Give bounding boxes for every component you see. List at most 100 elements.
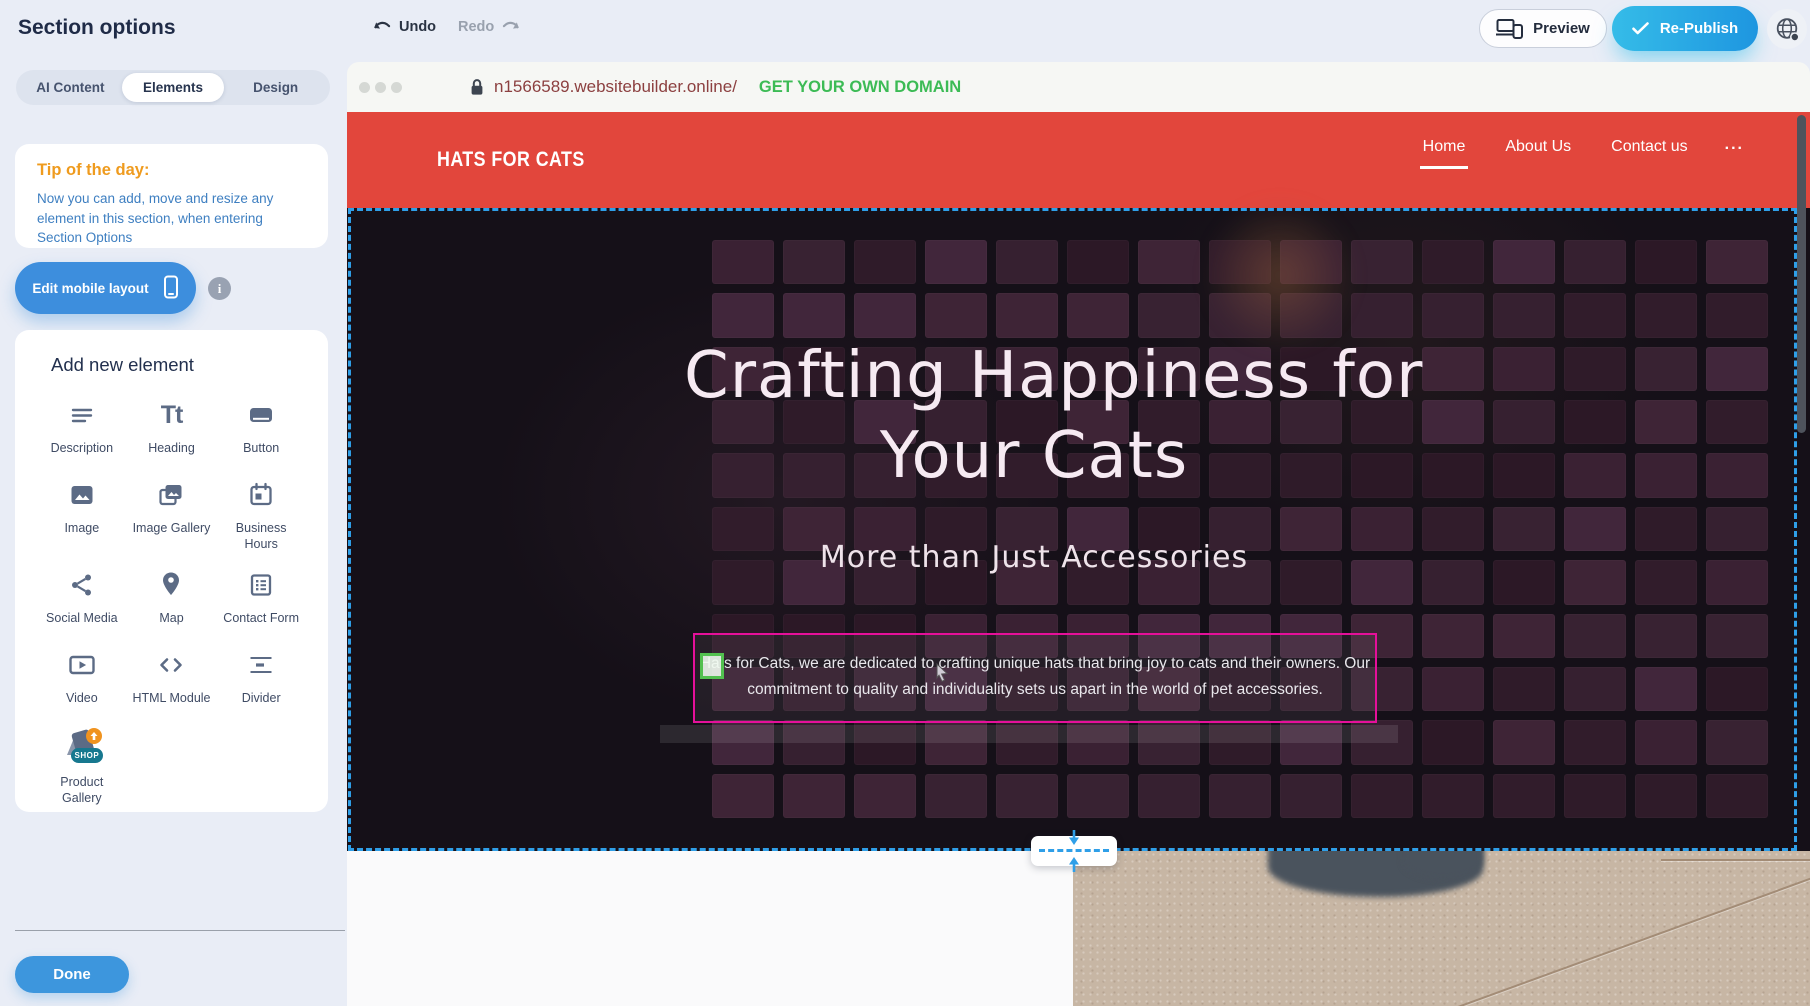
tab-ai-content[interactable]: AI Content bbox=[19, 73, 122, 102]
redo-button[interactable]: Redo bbox=[458, 18, 521, 35]
nav-about-us[interactable]: About Us bbox=[1502, 136, 1574, 166]
hero-heading[interactable]: Crafting Happiness for Your Cats bbox=[684, 336, 1384, 496]
hero-tile bbox=[1422, 720, 1484, 764]
contact-form-icon bbox=[248, 566, 274, 604]
social-media-icon bbox=[69, 566, 95, 604]
hero-tile bbox=[1209, 774, 1271, 818]
preview-button[interactable]: Preview bbox=[1479, 9, 1607, 48]
hero-tile bbox=[712, 293, 774, 337]
element-contact-form[interactable]: Contact Form bbox=[218, 566, 304, 633]
resize-dash-line bbox=[1039, 849, 1109, 852]
hero-subheading[interactable]: More than Just Accessories bbox=[684, 540, 1384, 575]
republish-button[interactable]: Re-Publish bbox=[1612, 6, 1758, 51]
hero-tile bbox=[1067, 293, 1129, 337]
edit-mobile-layout-label: Edit mobile layout bbox=[32, 281, 148, 296]
globe-language-button[interactable] bbox=[1767, 9, 1807, 49]
site-logo[interactable]: HATS FOR CATS bbox=[437, 148, 585, 172]
hero-tile bbox=[1422, 453, 1484, 497]
hero-tile bbox=[1635, 720, 1697, 764]
element-description[interactable]: Description bbox=[39, 396, 125, 463]
browser-address-bar: n1566589.websitebuilder.online/ GET YOUR… bbox=[347, 62, 1810, 112]
hero-tile bbox=[1067, 774, 1129, 818]
arrow-up-icon bbox=[1067, 856, 1081, 872]
hero-tile bbox=[1422, 240, 1484, 284]
floor-seam bbox=[1661, 859, 1810, 861]
hero-tile bbox=[1706, 774, 1768, 818]
hero-tile bbox=[1493, 560, 1555, 604]
hero-tile bbox=[1422, 614, 1484, 658]
hero-tile bbox=[1493, 400, 1555, 444]
tip-body: Now you can add, move and resize any ele… bbox=[37, 189, 306, 248]
hero-section-selected[interactable]: Crafting Happiness for Your Cats More th… bbox=[347, 208, 1810, 851]
tab-design[interactable]: Design bbox=[224, 73, 327, 102]
window-dots bbox=[359, 82, 407, 93]
element-product-gallery[interactable]: SHOP Product Gallery bbox=[39, 726, 125, 807]
hero-tile bbox=[1138, 240, 1200, 284]
hero-tile bbox=[1138, 293, 1200, 337]
add-element-title: Add new element bbox=[51, 354, 194, 376]
hero-tile bbox=[1635, 453, 1697, 497]
selected-text-element[interactable]: Hats for Cats, we are dedicated to craft… bbox=[693, 633, 1377, 723]
element-image[interactable]: Image bbox=[39, 476, 125, 553]
arrow-down-icon bbox=[1067, 830, 1081, 846]
hero-tile bbox=[1635, 240, 1697, 284]
product-gallery-icon: SHOP bbox=[59, 726, 105, 768]
hero-tile bbox=[1422, 667, 1484, 711]
scrollbar-thumb[interactable] bbox=[1797, 115, 1806, 433]
element-drag-handle[interactable] bbox=[700, 653, 724, 679]
hero-tile bbox=[1635, 400, 1697, 444]
hero-tile bbox=[1351, 293, 1413, 337]
hero-tile bbox=[1422, 400, 1484, 444]
phone-icon bbox=[161, 275, 179, 301]
hero-tile bbox=[1564, 667, 1626, 711]
tab-elements[interactable]: Elements bbox=[122, 73, 225, 102]
element-social-media[interactable]: Social Media bbox=[39, 566, 125, 633]
nav-home[interactable]: Home bbox=[1420, 136, 1469, 169]
element-html-module[interactable]: HTML Module bbox=[129, 646, 215, 713]
section-resize-handle[interactable] bbox=[1031, 836, 1117, 866]
element-divider[interactable]: Divider bbox=[218, 646, 304, 713]
hero-tile bbox=[1564, 400, 1626, 444]
element-heading[interactable]: Tt Heading bbox=[129, 396, 215, 463]
globe-icon bbox=[1774, 16, 1801, 43]
nav-more-ellipsis[interactable]: ... bbox=[1725, 136, 1744, 154]
done-button[interactable]: Done bbox=[15, 956, 129, 993]
upgrade-arrow-icon bbox=[86, 728, 102, 744]
site-header: HATS FOR CATS Home About Us Contact us .… bbox=[347, 112, 1810, 208]
element-hover-strip bbox=[660, 725, 1398, 743]
hero-tile bbox=[1635, 560, 1697, 604]
video-icon bbox=[68, 646, 96, 684]
hero-tile bbox=[1564, 507, 1626, 551]
element-video[interactable]: Video bbox=[39, 646, 125, 713]
get-domain-link[interactable]: GET YOUR OWN DOMAIN bbox=[759, 78, 961, 97]
undo-button[interactable]: Undo bbox=[372, 18, 436, 35]
hero-tile bbox=[1706, 614, 1768, 658]
hero-tile bbox=[1635, 774, 1697, 818]
element-button[interactable]: Button bbox=[218, 396, 304, 463]
undo-icon bbox=[372, 18, 392, 35]
hero-tile bbox=[1706, 560, 1768, 604]
element-image-gallery[interactable]: Image Gallery bbox=[129, 476, 215, 553]
info-icon[interactable]: i bbox=[208, 277, 231, 300]
nav-contact-us[interactable]: Contact us bbox=[1608, 136, 1690, 166]
hero-tile bbox=[996, 774, 1058, 818]
hero-body-text: Hats for Cats, we are dedicated to craft… bbox=[695, 635, 1375, 703]
hero-tile bbox=[783, 774, 845, 818]
hero-tile bbox=[1493, 774, 1555, 818]
hero-tile bbox=[1351, 240, 1413, 284]
hero-tile bbox=[854, 240, 916, 284]
hero-tile bbox=[1422, 293, 1484, 337]
devices-icon bbox=[1496, 18, 1523, 39]
redo-icon bbox=[501, 18, 521, 35]
element-business-hours[interactable]: Business Hours bbox=[218, 476, 304, 553]
page-title: Section options bbox=[18, 16, 176, 40]
hero-tile bbox=[1706, 293, 1768, 337]
button-icon bbox=[247, 396, 275, 434]
edit-mobile-layout-button[interactable]: Edit mobile layout bbox=[15, 262, 196, 314]
panel-divider bbox=[15, 930, 345, 931]
hero-tile bbox=[1493, 720, 1555, 764]
hero-tile bbox=[1706, 240, 1768, 284]
hero-tile bbox=[712, 774, 774, 818]
lock-icon bbox=[469, 77, 485, 97]
element-map[interactable]: Map bbox=[129, 566, 215, 633]
